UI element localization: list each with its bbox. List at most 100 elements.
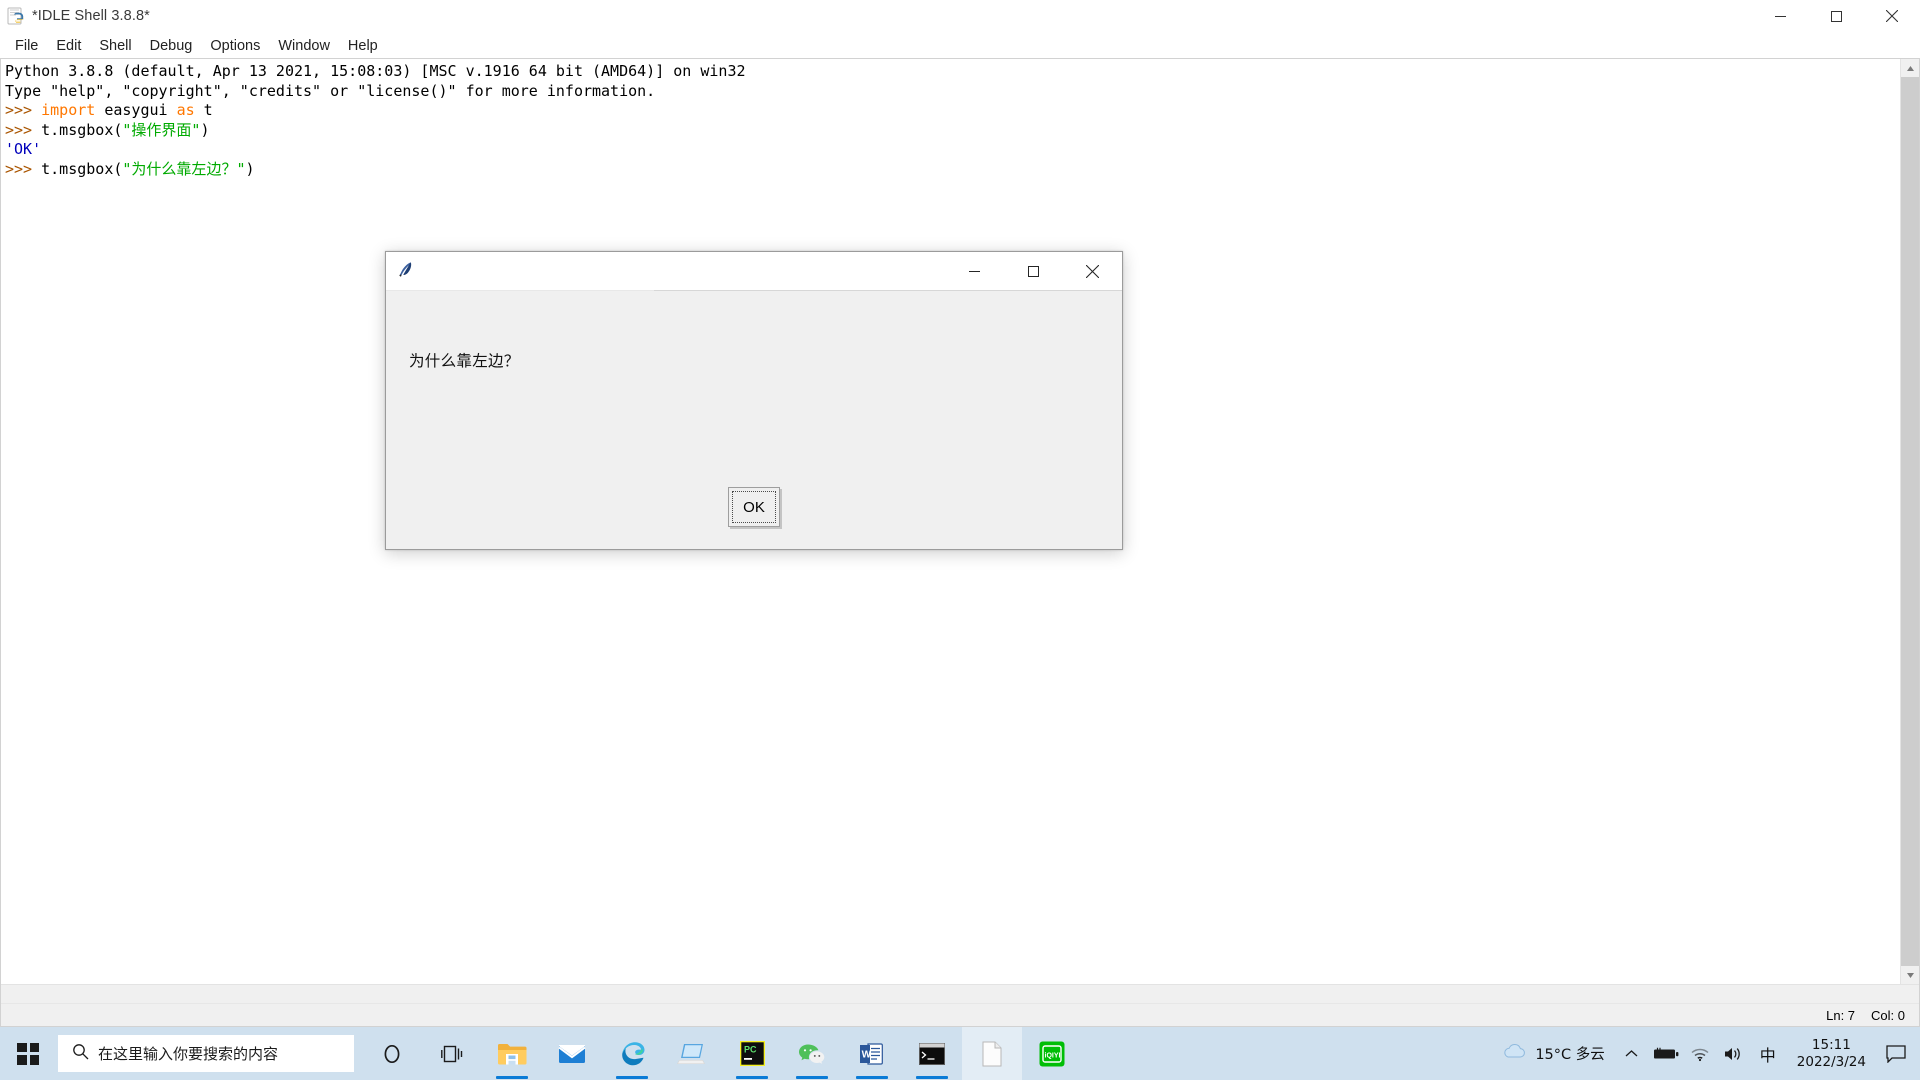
shell-segment: >>>: [5, 120, 42, 139]
taskbar-item-terminal[interactable]: [902, 1027, 962, 1080]
svg-text:W: W: [862, 1049, 872, 1060]
horizontal-scrollbar[interactable]: [1, 985, 1901, 1003]
wechat-icon: [799, 1044, 825, 1064]
shell-segment: easygui: [95, 101, 177, 120]
wifi-icon[interactable]: [1683, 1027, 1717, 1080]
taskbar-item-mail[interactable]: [542, 1027, 602, 1080]
close-button[interactable]: [1864, 0, 1920, 32]
shell-line: 'OK': [5, 140, 1900, 160]
menu-debug[interactable]: Debug: [141, 35, 202, 57]
taskbar-item-task-view[interactable]: [422, 1027, 482, 1080]
notification-icon: [1886, 1044, 1906, 1063]
mail-icon: [558, 1044, 586, 1063]
svg-text:iQIYI: iQIYI: [1045, 1052, 1061, 1059]
shell-segment: 'OK': [5, 140, 42, 159]
shell-line: Type "help", "copyright", "credits" or "…: [5, 82, 1900, 102]
dialog-maximize-button[interactable]: [1004, 252, 1063, 290]
taskbar-item-word[interactable]: W: [842, 1027, 902, 1080]
status-col: Col: 0: [1871, 1007, 1905, 1023]
dialog-body: 为什么靠左边？ OK: [386, 291, 1122, 549]
cloud-icon: [1501, 1042, 1527, 1065]
shell-line: >>> t.msgbox("操作界面"): [5, 121, 1900, 141]
windows-logo-icon: [17, 1042, 39, 1065]
clock-date: 2022/3/24: [1796, 1053, 1866, 1070]
menu-edit[interactable]: Edit: [47, 35, 90, 57]
start-button[interactable]: [0, 1027, 56, 1080]
file-explorer-icon: [498, 1043, 527, 1064]
taskbar-clock[interactable]: 15:11 2022/3/24: [1785, 1027, 1878, 1080]
dialog-close-button[interactable]: [1063, 252, 1122, 290]
vertical-scrollbar[interactable]: [1900, 59, 1919, 984]
status-line: Ln: 7: [1826, 1007, 1856, 1023]
taskbar-item-iqiyi[interactable]: iQIYI: [1022, 1027, 1082, 1080]
shell-segment: "为什么靠左边？": [122, 159, 246, 178]
tray-weather[interactable]: 15°C 多云: [1497, 1042, 1614, 1065]
menu-bar: File Edit Shell Debug Options Window Hel…: [0, 33, 1920, 58]
title-bar: *IDLE Shell 3.8.8*: [0, 0, 1920, 33]
minimize-button[interactable]: [1752, 0, 1808, 32]
taskbar-item-pycharm[interactable]: PC: [722, 1027, 782, 1080]
dialog-title-bar: [386, 252, 1122, 291]
word-icon: W: [860, 1042, 883, 1065]
scroll-down-icon[interactable]: [1901, 966, 1919, 984]
scroll-up-icon[interactable]: [1901, 59, 1919, 77]
dialog-button-row: OK: [386, 487, 1122, 527]
maximize-button[interactable]: [1808, 0, 1864, 32]
search-icon: [72, 1043, 89, 1065]
cortana-icon: [384, 1044, 400, 1063]
document-icon: [982, 1041, 1002, 1066]
volume-icon[interactable]: [1717, 1027, 1751, 1080]
shell-segment: Type "help", "copyright", "credits" or "…: [5, 81, 656, 100]
shell-segment: t.msgbox(: [41, 120, 123, 139]
tkinter-feather-icon: [396, 260, 418, 282]
taskbar-item-edge[interactable]: [602, 1027, 662, 1080]
weather-text: 15°C 多云: [1535, 1047, 1605, 1063]
battery-icon[interactable]: [1649, 1027, 1683, 1080]
dialog-window-controls: [945, 252, 1122, 290]
shell-segment: t: [194, 101, 213, 120]
shell-segment: ): [200, 120, 210, 139]
dialog-message: 为什么靠左边？: [409, 352, 520, 370]
taskbar-item-remote-desktop[interactable]: [662, 1027, 722, 1080]
task-view-icon: [441, 1045, 463, 1062]
taskbar-icons: PC W iQIYI: [362, 1027, 1082, 1080]
taskbar-item-cortana[interactable]: [362, 1027, 422, 1080]
ime-indicator[interactable]: 中: [1751, 1027, 1785, 1080]
dialog-minimize-button[interactable]: [945, 252, 1004, 290]
shell-line: >>> t.msgbox("为什么靠左边？"): [5, 160, 1900, 180]
window-title: *IDLE Shell 3.8.8*: [32, 8, 150, 24]
vertical-scroll-track[interactable]: [1901, 77, 1919, 966]
iqiyi-icon: iQIYI: [1039, 1041, 1065, 1066]
tray-expand-button[interactable]: [1615, 1027, 1649, 1080]
taskbar-item-wechat[interactable]: [782, 1027, 842, 1080]
ok-button-label: OK: [743, 498, 765, 516]
edge-icon: [621, 1042, 644, 1066]
system-tray: 15°C 多云 中 15:11 2022/3/24: [1497, 1027, 1920, 1080]
ok-button[interactable]: OK: [728, 487, 780, 527]
taskbar-item-file-explorer[interactable]: [482, 1027, 542, 1080]
shell-segment: Python 3.8.8 (default, Apr 13 2021, 15:0…: [5, 62, 746, 80]
vertical-scroll-thumb[interactable]: [1901, 77, 1919, 966]
shell-segment: "操作界面": [122, 120, 201, 139]
window-controls: [1752, 0, 1920, 32]
clock-time: 15:11: [1811, 1036, 1851, 1053]
message-dialog[interactable]: 为什么靠左边？ OK: [385, 251, 1123, 550]
shell-line: Python 3.8.8 (default, Apr 13 2021, 15:0…: [5, 62, 1900, 82]
menu-file[interactable]: File: [6, 35, 47, 57]
taskbar-item-idle-document[interactable]: [962, 1027, 1022, 1080]
taskbar-search[interactable]: 在这里输入你要搜索的内容: [58, 1035, 354, 1072]
menu-window[interactable]: Window: [269, 35, 339, 57]
horizontal-scrollbar-row: [1, 984, 1919, 1003]
shell-segment: import: [41, 101, 96, 120]
notification-center-button[interactable]: [1878, 1027, 1914, 1080]
menu-shell[interactable]: Shell: [90, 35, 140, 57]
menu-help[interactable]: Help: [339, 35, 387, 57]
shell-segment: >>>: [5, 159, 42, 178]
terminal-icon: [919, 1042, 945, 1065]
shell-line: >>> import easygui as t: [5, 101, 1900, 121]
shell-segment: >>>: [5, 101, 42, 120]
menu-options[interactable]: Options: [201, 35, 269, 57]
search-placeholder: 在这里输入你要搜索的内容: [98, 1045, 279, 1063]
shell-segment: t.msgbox(: [41, 159, 123, 178]
scrollbar-corner: [1901, 985, 1919, 1003]
